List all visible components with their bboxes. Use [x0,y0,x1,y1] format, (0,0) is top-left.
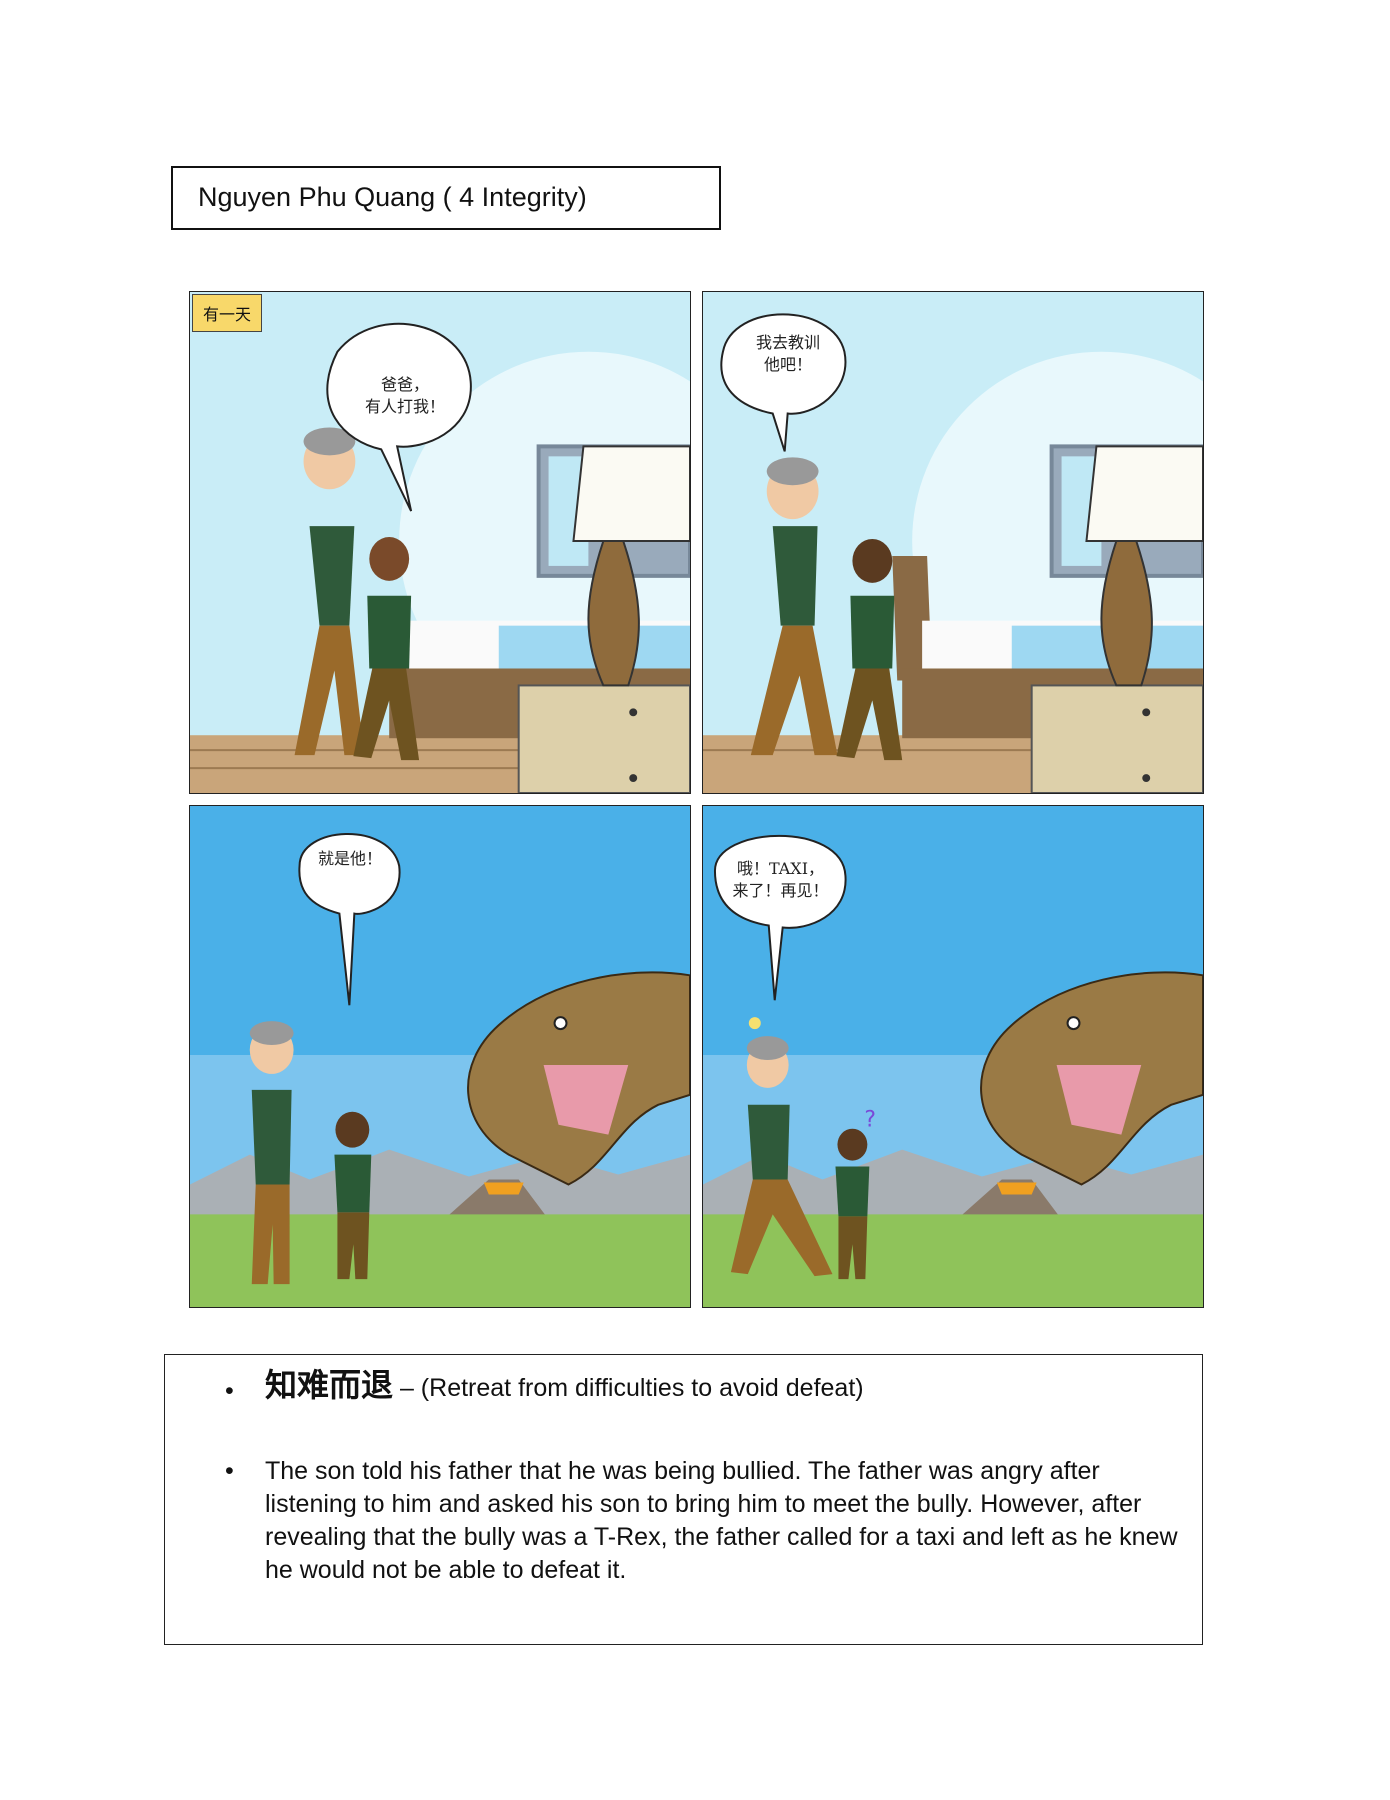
comic-strip: 有一天 爸爸， 有人打我！ 我去教训 他吧！ 就是他！ ? 哦！TAXI， 来了… [189,291,1204,1308]
story-summary: The son told his father that he was bein… [265,1457,1178,1584]
comic-panel-3: 就是他！ [189,805,691,1308]
name-box: Nguyen Phu Quang ( 4 Integrity) [171,166,721,230]
svg-text:?: ? [864,1108,876,1133]
comic-panel-4: ? 哦！TAXI， 来了！再见！ [702,805,1204,1308]
summary-box: • 知难而退 – (Retreat from difficulties to a… [164,1354,1203,1645]
idiom: 知难而退 [265,1366,394,1404]
speech-bubble-4: 哦！TAXI， 来了！再见！ [732,859,829,900]
student-name: Nguyen Phu Quang ( 4 Integrity) [198,182,587,212]
bullet-dot: • [225,1377,234,1405]
speech-bubble-3: 就是他！ [317,849,382,868]
bedroom-scene-1 [190,292,690,793]
dinosaur-scene-1 [190,806,690,1307]
bullet-dot: • [225,1457,234,1485]
panel-caption: 有一天 [192,294,263,332]
idiom-meaning: – (Retreat from difficulties to avoid de… [393,1374,864,1402]
idiom-line: 知难而退 – (Retreat from difficulties to avo… [265,1369,1185,1405]
speech-bubble-2: 我去教训 他吧！ [755,333,820,374]
comic-panel-1: 有一天 爸爸， 有人打我！ [189,291,691,794]
comic-panel-2: 我去教训 他吧！ [702,291,1204,794]
speech-bubble-1: 爸爸， 有人打我！ [364,375,445,416]
